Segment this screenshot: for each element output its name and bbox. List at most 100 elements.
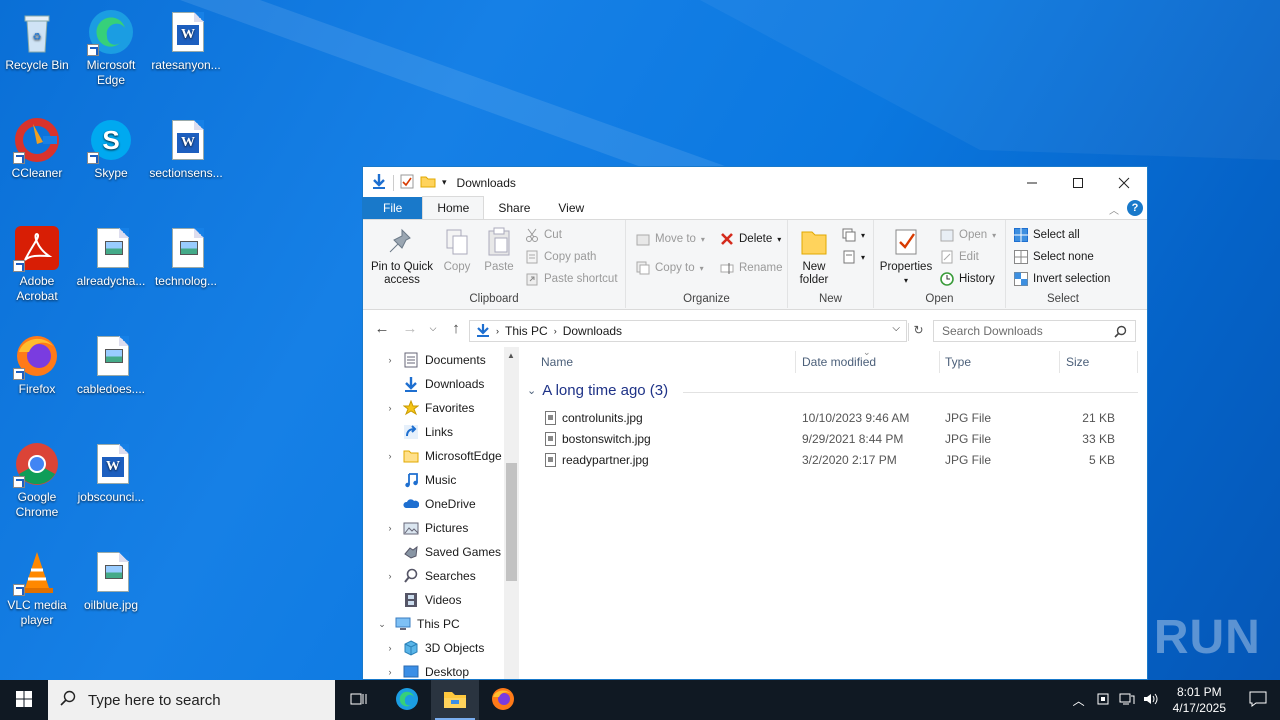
nav-scrollbar[interactable]: ▲: [504, 347, 519, 679]
desktop-icon-img-oilblue[interactable]: oilblue.jpg: [74, 548, 148, 613]
file-row[interactable]: controlunits.jpg 10/10/2023 9:46 AM JPG …: [541, 408, 1131, 429]
desktop-icon-doc-sectionsens[interactable]: W sectionsens...: [149, 116, 223, 181]
desktop-icon-img-alreadycha[interactable]: alreadycha...: [74, 224, 148, 289]
nav-item-documents[interactable]: › Documents: [383, 348, 486, 372]
desktop-icon-edge[interactable]: Microsoft Edge: [74, 8, 148, 88]
file-row[interactable]: readypartner.jpg 3/2/2020 2:17 PM JPG Fi…: [541, 450, 1131, 471]
desktop-icon-ccleaner[interactable]: CCleaner: [0, 116, 74, 181]
group-header[interactable]: ⌄ A long time ago (3): [527, 382, 1138, 399]
taskbar-edge[interactable]: [383, 680, 431, 720]
select-none-button[interactable]: Select none: [1014, 250, 1094, 264]
clock[interactable]: 8:01 PM 4/17/2025: [1163, 684, 1236, 716]
nav-item-onedrive[interactable]: OneDrive: [383, 492, 476, 516]
chevron-up-icon[interactable]: ︿: [1067, 692, 1091, 709]
edit-button[interactable]: Edit: [940, 250, 979, 264]
volume-icon[interactable]: [1139, 692, 1163, 709]
nav-item-videos[interactable]: Videos: [383, 588, 461, 612]
scroll-up-icon[interactable]: ▲: [507, 351, 515, 360]
nav-item-saved-games[interactable]: Saved Games: [383, 540, 501, 564]
taskbar-file-explorer[interactable]: [431, 680, 479, 720]
desktop-icon-doc-ratesanyon[interactable]: W ratesanyon...: [149, 8, 223, 73]
nav-item-downloads[interactable]: Downloads: [383, 372, 484, 396]
paste-button[interactable]: Paste: [479, 226, 519, 274]
copy-path-button[interactable]: Copy path: [525, 250, 596, 264]
file-row[interactable]: bostonswitch.jpg 9/29/2021 8:44 PM JPG F…: [541, 429, 1131, 450]
breadcrumb-downloads[interactable]: Downloads: [563, 324, 622, 338]
desktop-icon-skype[interactable]: S Skype: [74, 116, 148, 181]
desktop-icon-img-technolog[interactable]: technolog...: [149, 224, 223, 289]
forward-button[interactable]: →: [399, 320, 421, 337]
taskbar-firefox[interactable]: [479, 680, 527, 720]
collapse-ribbon-icon[interactable]: ︿: [1109, 202, 1119, 217]
select-all-button[interactable]: Select all: [1014, 228, 1080, 242]
desktop-icon-recycle-bin[interactable]: ♻ Recycle Bin: [0, 8, 74, 73]
column-header-name[interactable]: Name: [541, 351, 573, 373]
desktop-icon-vlc[interactable]: VLC media player: [0, 548, 74, 628]
tab-share[interactable]: Share: [484, 197, 544, 219]
easy-access-button[interactable]: ▾: [842, 250, 865, 264]
desktop-icon-firefox[interactable]: Firefox: [0, 332, 74, 397]
search-icon: [60, 690, 76, 710]
column-header-date[interactable]: Date modified: [802, 351, 876, 373]
file-explorer-window[interactable]: ▾ Downloads File Home Share View ︿ ? Pin…: [362, 166, 1148, 680]
address-bar[interactable]: › This PC › Downloads ⌵ ↻: [469, 320, 924, 342]
delete-button[interactable]: Delete ▾: [720, 232, 781, 246]
nav-item-links[interactable]: Links: [383, 420, 453, 444]
maximize-button[interactable]: [1055, 167, 1101, 198]
notifications-icon[interactable]: [1236, 691, 1280, 710]
invert-selection-button[interactable]: Invert selection: [1014, 272, 1110, 286]
search-input[interactable]: Search Downloads: [933, 320, 1136, 342]
tab-home[interactable]: Home: [422, 196, 485, 219]
ccleaner-icon: [13, 116, 61, 164]
start-button[interactable]: [0, 680, 48, 720]
new-folder-button[interactable]: New folder: [792, 226, 836, 287]
column-header-size[interactable]: Size: [1066, 351, 1089, 373]
breadcrumb-this-pc[interactable]: This PC: [505, 324, 548, 338]
nav-item-3d-objects[interactable]: › 3D Objects: [383, 636, 484, 660]
rename-button[interactable]: Rename: [720, 261, 782, 275]
network-icon[interactable]: [1115, 692, 1139, 709]
cut-button[interactable]: Cut: [525, 228, 562, 242]
move-to-icon: [636, 232, 650, 246]
up-button[interactable]: ↑: [445, 320, 467, 337]
history-button[interactable]: History: [940, 272, 995, 286]
help-icon[interactable]: ?: [1127, 200, 1143, 216]
close-button[interactable]: [1101, 167, 1147, 198]
scrollbar-thumb[interactable]: [506, 463, 517, 581]
desktop-icon-chrome[interactable]: Google Chrome: [0, 440, 74, 520]
title-bar[interactable]: ▾ Downloads: [363, 167, 1147, 198]
open-button[interactable]: Open ▾: [940, 228, 996, 242]
nav-item-favorites[interactable]: › Favorites: [383, 396, 474, 420]
new-folder-icon[interactable]: [420, 174, 436, 191]
properties-check-icon[interactable]: [400, 173, 414, 192]
copy-to-button[interactable]: Copy to ▾: [636, 261, 704, 275]
customize-chevron-icon[interactable]: ▾: [442, 177, 447, 188]
pin-quick-access-button[interactable]: Pin to Quick access: [369, 226, 435, 287]
desktop-icon-doc-jobscounci[interactable]: W jobscounci...: [74, 440, 148, 505]
recent-locations-button[interactable]: ⌵: [427, 323, 439, 334]
nav-item-music[interactable]: Music: [383, 468, 456, 492]
device-icon[interactable]: [1091, 692, 1115, 709]
move-to-button[interactable]: Move to ▾: [636, 232, 705, 246]
new-item-button[interactable]: ▾: [842, 228, 865, 242]
address-dropdown-icon[interactable]: ⌵: [892, 323, 900, 334]
taskbar-search-box[interactable]: Type here to search: [48, 680, 335, 720]
desktop-icon-img-cabledoes[interactable]: cabledoes....: [74, 332, 148, 397]
task-view-button[interactable]: [335, 680, 383, 720]
nav-item-this-pc[interactable]: ⌄ This PC: [375, 612, 459, 636]
nav-item-searches[interactable]: › Searches: [383, 564, 476, 588]
copy-button[interactable]: Copy: [439, 226, 475, 274]
breadcrumb-chevron-icon: ›: [496, 326, 499, 336]
refresh-button[interactable]: ↻: [908, 323, 928, 341]
nav-item-pictures[interactable]: › Pictures: [383, 516, 469, 540]
back-button[interactable]: ←: [371, 320, 393, 337]
nav-item-microsoftedge[interactable]: › MicrosoftEdge: [383, 444, 502, 468]
column-header-type[interactable]: Type: [945, 351, 971, 373]
properties-button[interactable]: Properties ▾: [878, 226, 934, 287]
minimize-button[interactable]: [1009, 167, 1055, 198]
paste-shortcut-button[interactable]: Paste shortcut: [525, 272, 618, 286]
tab-view[interactable]: View: [544, 197, 598, 219]
nav-item-desktop[interactable]: › Desktop: [383, 660, 470, 679]
tab-file[interactable]: File: [363, 197, 423, 219]
desktop-icon-acrobat[interactable]: Adobe Acrobat: [0, 224, 74, 304]
